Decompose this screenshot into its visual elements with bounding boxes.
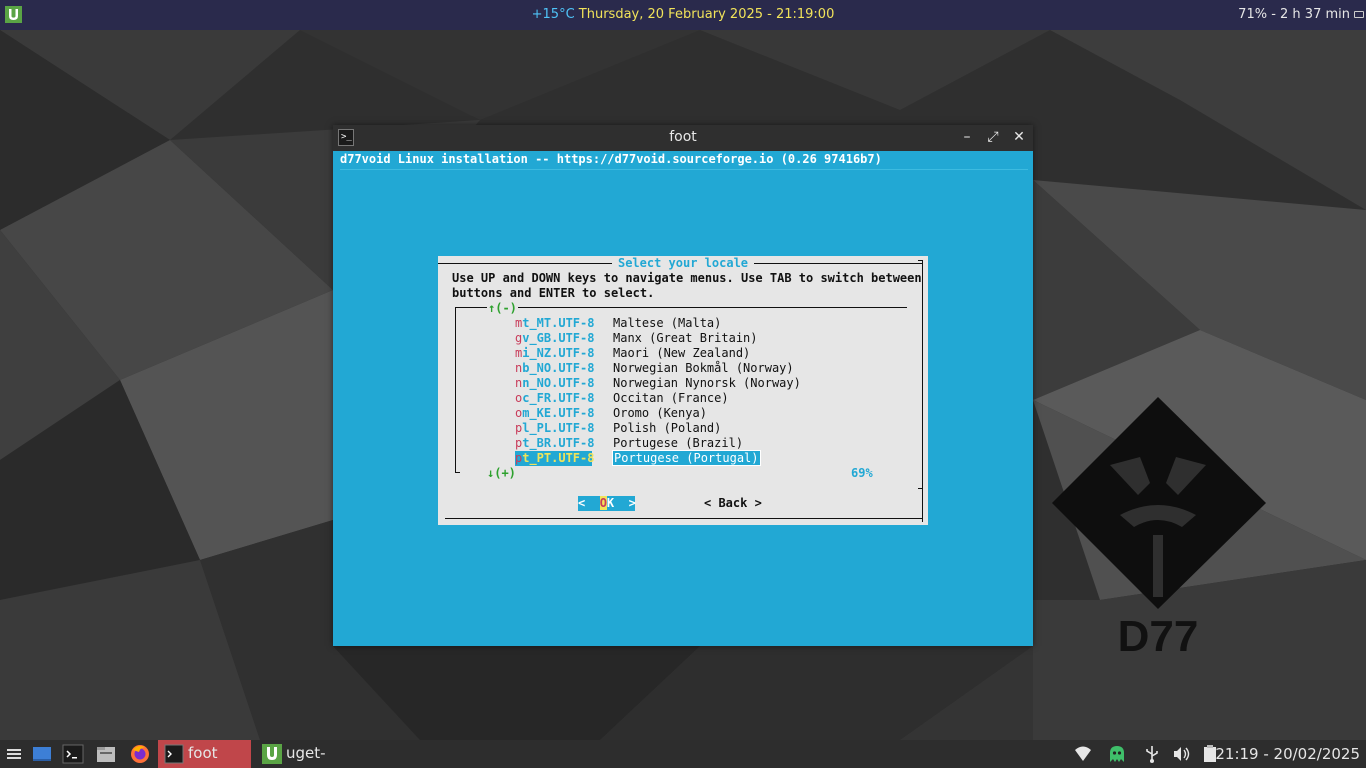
locale-description: Oromo (Kenya)	[613, 406, 707, 420]
locale-item[interactable]: nn_NO.UTF-8 Norwegian Nynorsk (Norway)	[515, 376, 801, 391]
terminal-icon[interactable]	[62, 743, 84, 765]
locale-description: Maltese (Malta)	[613, 316, 722, 330]
locale-code: gv_GB.UTF-8	[515, 331, 595, 346]
locale-item[interactable]: mt_MT.UTF-8 Maltese (Malta)	[515, 316, 721, 331]
locale-item[interactable]: pl_PL.UTF-8 Polish (Poland)	[515, 421, 721, 436]
ghost-icon[interactable]	[1107, 744, 1127, 764]
locale-code-rest: v_GB.UTF-8	[522, 331, 595, 345]
scroll-percent: 69%	[851, 466, 873, 480]
task-foot[interactable]: foot	[158, 740, 251, 768]
locale-item[interactable]: om_KE.UTF-8 Oromo (Kenya)	[515, 406, 707, 421]
locale-code-rest: t_BR.UTF-8	[522, 436, 595, 450]
top-panel: +15°C Thursday, 20 February 2025 - 21:19…	[0, 0, 1366, 30]
dialog-border-tick	[918, 488, 923, 489]
locale-item[interactable]: oc_FR.UTF-8 Occitan (France)	[515, 391, 729, 406]
locale-item[interactable]: pt_PT.UTF-8 Portugese (Portugal)	[515, 450, 761, 466]
ok-rest: K >	[606, 496, 636, 510]
locale-code: om_KE.UTF-8	[515, 406, 595, 421]
locale-item[interactable]: pt_BR.UTF-8 Portugese (Brazil)	[515, 436, 743, 451]
header-divider	[340, 169, 1028, 170]
locale-description: Maori (New Zealand)	[613, 346, 751, 360]
locale-item[interactable]: nb_NO.UTF-8 Norwegian Bokmål (Norway)	[515, 361, 794, 376]
locale-code-rest: m_KE.UTF-8	[522, 406, 595, 420]
task-label: uget-gtk	[286, 744, 326, 762]
uget-icon	[262, 744, 282, 764]
window-title: foot	[669, 129, 697, 145]
close-icon[interactable]: ✕	[1010, 128, 1028, 146]
locale-code: nb_NO.UTF-8	[515, 361, 595, 376]
maximize-icon[interactable]: ⤢	[984, 128, 1002, 146]
locale-description: Norwegian Bokmål (Norway)	[613, 361, 794, 375]
locale-code: mt_MT.UTF-8	[515, 316, 595, 331]
ok-left: <	[578, 496, 600, 510]
menu-icon[interactable]	[5, 743, 23, 765]
menu-box-border	[455, 307, 907, 308]
locale-code: nn_NO.UTF-8	[515, 376, 595, 391]
file-manager-icon[interactable]	[95, 743, 117, 765]
locale-code: oc_FR.UTF-8	[515, 391, 595, 406]
task-uget-gtk[interactable]: uget-gtk	[256, 740, 346, 768]
locale-code-rest: l_PL.UTF-8	[522, 421, 595, 435]
window-titlebar[interactable]: >_ foot – ⤢ ✕	[333, 125, 1033, 151]
locale-code-rest: i_NZ.UTF-8	[522, 346, 595, 360]
locale-code: pt_PT.UTF-8	[515, 451, 595, 466]
logo-text: D77	[1118, 612, 1199, 661]
locale-code: mi_NZ.UTF-8	[515, 346, 595, 361]
d77-logo: D77	[1052, 397, 1266, 661]
scroll-up-indicator: ↑(-)	[487, 301, 518, 316]
locale-description: Portugese (Portugal)	[612, 450, 761, 466]
task-label: foot	[188, 744, 218, 762]
back-button[interactable]: < Back >	[704, 496, 762, 511]
foot-window: >_ foot – ⤢ ✕ d77void Linux installation…	[333, 125, 1033, 646]
terminal-icon	[164, 744, 184, 764]
date-time: Thursday, 20 February 2025 - 21:19:00	[578, 7, 835, 22]
locale-code-rest: c_FR.UTF-8	[522, 391, 595, 405]
locale-description: Portugese (Brazil)	[613, 436, 744, 450]
locale-code: pt_BR.UTF-8	[515, 436, 595, 451]
battery-status: 71% - 2 h 37 min	[1238, 7, 1350, 22]
ok-hotkey: O	[599, 496, 607, 510]
dialog-border-bottom	[445, 518, 923, 519]
locale-item[interactable]: mi_NZ.UTF-8 Maori (New Zealand)	[515, 346, 750, 361]
locale-dialog: Select your locale Use UP and DOWN keys …	[438, 256, 928, 525]
bottom-taskbar: foot uget-gtk 21:19 - 20/02/2025	[0, 740, 1366, 768]
battery-icon	[1354, 11, 1364, 18]
ok-button[interactable]: < OK >	[578, 496, 636, 511]
locale-item[interactable]: gv_GB.UTF-8 Manx (Great Britain)	[515, 331, 758, 346]
terminal-area[interactable]: d77void Linux installation -- https://d7…	[333, 151, 1033, 646]
desktop-icon[interactable]	[31, 743, 53, 765]
volume-icon[interactable]	[1171, 744, 1191, 764]
locale-description: Norwegian Nynorsk (Norway)	[613, 376, 801, 390]
dialog-instructions: Use UP and DOWN keys to navigate menus. …	[452, 271, 922, 300]
dialog-border-right	[922, 260, 923, 522]
wifi-icon[interactable]	[1073, 744, 1093, 764]
weather-temperature: +15°C	[531, 7, 575, 22]
locale-description: Occitan (France)	[613, 391, 729, 405]
firefox-icon[interactable]	[129, 743, 151, 765]
dialog-title: Select your locale	[438, 256, 928, 271]
usb-icon[interactable]	[1142, 744, 1162, 764]
scroll-down-indicator: ↓(+)	[487, 466, 516, 480]
locale-description: Polish (Poland)	[613, 421, 722, 435]
locale-code-rest: t_PT.UTF-8	[522, 451, 595, 465]
installer-header: d77void Linux installation -- https://d7…	[340, 152, 882, 166]
locale-code-rest: b_NO.UTF-8	[522, 361, 595, 375]
minimize-icon[interactable]: –	[958, 128, 976, 146]
locale-code-rest: n_NO.UTF-8	[522, 376, 595, 390]
menu-box-border-bottom	[455, 472, 460, 473]
locale-code: pl_PL.UTF-8	[515, 421, 595, 436]
locale-description: Manx (Great Britain)	[613, 331, 758, 345]
menu-box-border-left	[455, 307, 456, 473]
top-panel-clock: +15°C Thursday, 20 February 2025 - 21:19…	[0, 7, 1366, 22]
locale-code-rest: t_MT.UTF-8	[522, 316, 595, 330]
taskbar-clock[interactable]: 21:19 - 20/02/2025	[1215, 745, 1360, 763]
dialog-title-text: Select your locale	[611, 256, 755, 270]
